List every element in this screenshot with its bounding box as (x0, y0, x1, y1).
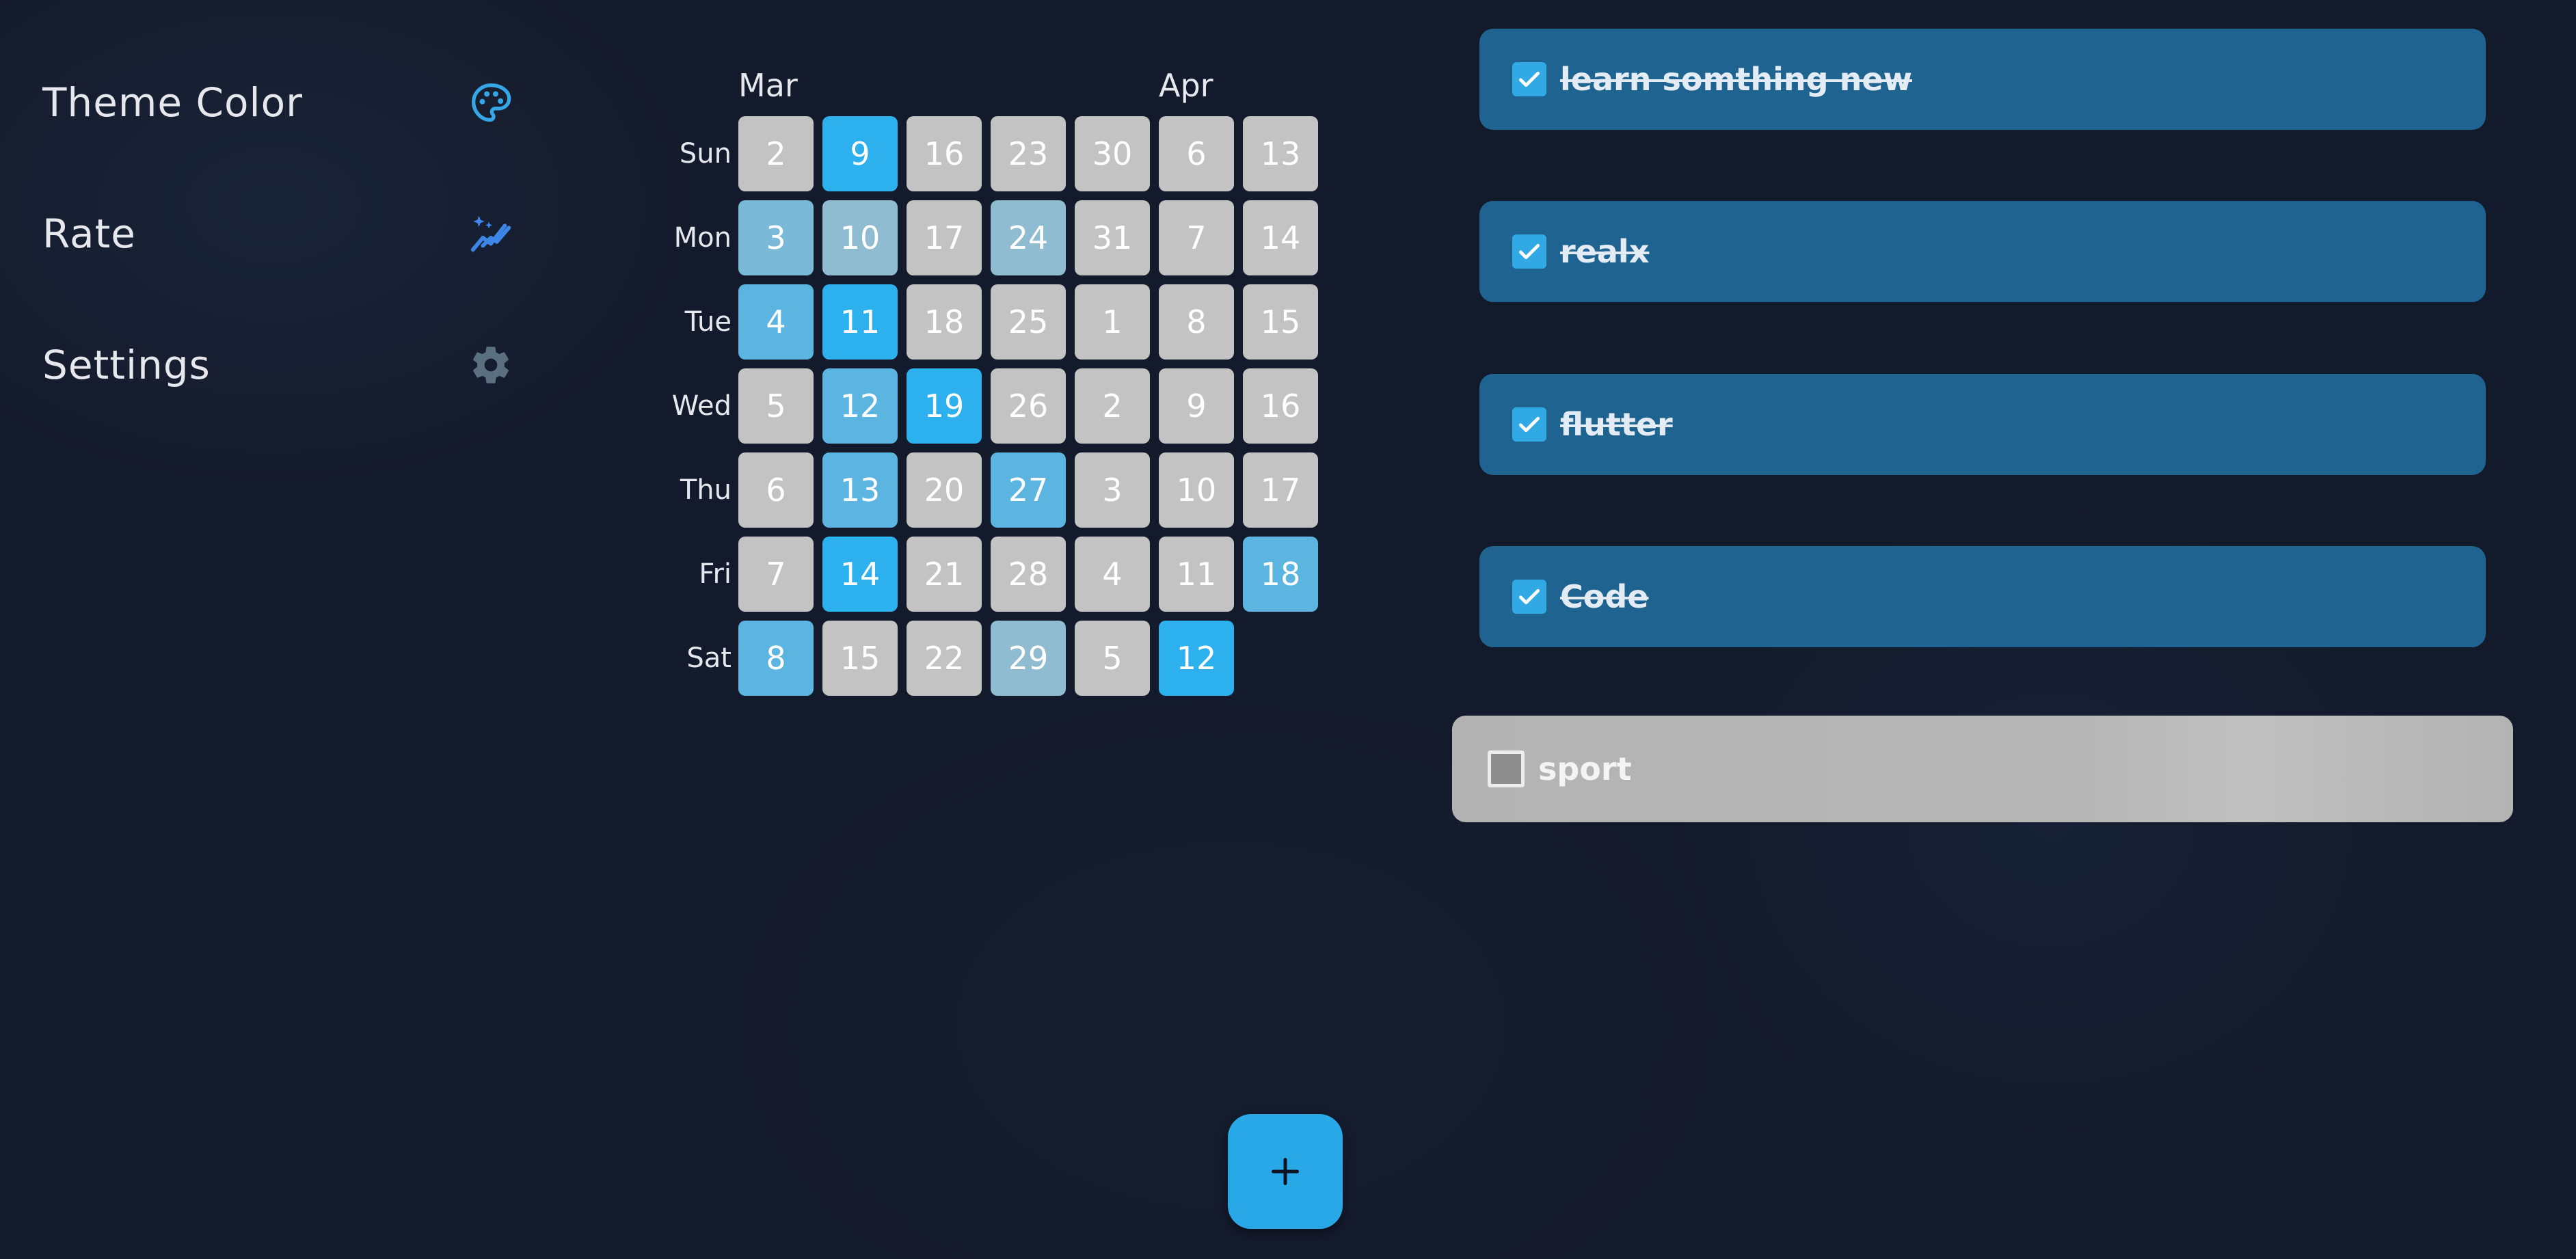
heatmap-day-cell[interactable]: 7 (1159, 200, 1234, 275)
menu-item-settings[interactable]: Settings (42, 331, 521, 399)
heatmap-day-cell[interactable]: 13 (1243, 116, 1318, 191)
weekday-label-wed: Wed (671, 390, 732, 422)
task-item[interactable]: flutter (1479, 374, 2486, 475)
menu-item-label: Settings (42, 342, 211, 388)
heatmap-day-cell[interactable]: 9 (822, 116, 898, 191)
heatmap-day-cell[interactable]: 10 (822, 200, 898, 275)
heatmap-day-cell[interactable]: 28 (991, 537, 1066, 612)
weekday-label-thu: Thu (680, 474, 732, 506)
heatmap-day-cell[interactable]: 29 (991, 621, 1066, 696)
heatmap-day-cell[interactable]: 26 (991, 368, 1066, 444)
task-item[interactable]: Code (1479, 546, 2486, 647)
heatmap-day-cell[interactable]: 5 (738, 368, 814, 444)
heatmap-day-cell[interactable]: 15 (822, 621, 898, 696)
task-item[interactable]: sport (1452, 716, 2513, 822)
heatmap-day-cell[interactable]: 17 (1243, 452, 1318, 528)
app-root: Theme Color Rate Settings Mar Apr Sun Mo… (0, 0, 2576, 1259)
heatmap-day-cell[interactable]: 18 (907, 284, 982, 360)
heatmap-day-cell[interactable]: 2 (738, 116, 814, 191)
task-label: learn somthing new (1560, 61, 1913, 98)
task-label: realx (1560, 233, 1650, 270)
add-task-button[interactable] (1228, 1114, 1343, 1229)
heatmap-day-cell[interactable]: 16 (907, 116, 982, 191)
check-icon (1518, 243, 1540, 260)
heatmap-day-cell[interactable]: 23 (991, 116, 1066, 191)
heatmap-day-cell[interactable]: 4 (738, 284, 814, 360)
heatmap-day-cell[interactable]: 22 (907, 621, 982, 696)
heatmap-day-cell[interactable]: 4 (1075, 537, 1150, 612)
heatmap-day-cell[interactable]: 10 (1159, 452, 1234, 528)
task-item[interactable]: realx (1479, 201, 2486, 302)
task-checkbox-checked[interactable] (1512, 62, 1546, 96)
heatmap-day-cell[interactable]: 6 (738, 452, 814, 528)
heatmap-day-cell[interactable]: 16 (1243, 368, 1318, 444)
menu-item-label: Rate (42, 211, 136, 257)
heatmap-day-cell[interactable]: 11 (822, 284, 898, 360)
heatmap-day-cell[interactable]: 7 (738, 537, 814, 612)
check-icon (1518, 71, 1540, 87)
heatmap-day-cell[interactable]: 14 (822, 537, 898, 612)
heatmap-day-cell[interactable]: 6 (1159, 116, 1234, 191)
task-item[interactable]: learn somthing new (1479, 29, 2486, 130)
heatmap-day-cell[interactable]: 18 (1243, 537, 1318, 612)
menu-item-rate[interactable]: Rate (42, 200, 521, 268)
heatmap-day-cell[interactable]: 15 (1243, 284, 1318, 360)
heatmap-day-cell[interactable]: 11 (1159, 537, 1234, 612)
palette-icon (466, 78, 515, 127)
heatmap-day-cell[interactable]: 27 (991, 452, 1066, 528)
gear-icon (466, 340, 515, 390)
weekday-label-mon: Mon (673, 222, 732, 254)
heatmap-day-cell[interactable]: 14 (1243, 200, 1318, 275)
weekday-label-sun: Sun (679, 138, 732, 170)
heatmap-day-cell[interactable]: 8 (738, 621, 814, 696)
heatmap-day-cell[interactable]: 19 (907, 368, 982, 444)
heatmap-day-cell[interactable]: 5 (1075, 621, 1150, 696)
task-checkbox-checked[interactable] (1512, 234, 1546, 269)
heatmap-day-cell[interactable]: 2 (1075, 368, 1150, 444)
activity-heatmap: Mar Apr Sun Mon Tue Wed Thu Fri Sat 2345… (656, 62, 1340, 704)
weekday-label-sat: Sat (686, 642, 732, 674)
heatmap-day-cell[interactable]: 3 (738, 200, 814, 275)
check-icon (1518, 416, 1540, 433)
task-label: sport (1538, 750, 1632, 787)
heatmap-day-cell[interactable]: 13 (822, 452, 898, 528)
check-icon (1518, 588, 1540, 605)
heatmap-day-cell[interactable]: 1 (1075, 284, 1150, 360)
heatmap-day-cell[interactable]: 24 (991, 200, 1066, 275)
menu-item-theme-color[interactable]: Theme Color (42, 68, 521, 137)
heatmap-day-cell[interactable]: 31 (1075, 200, 1150, 275)
heatmap-day-cell[interactable]: 21 (907, 537, 982, 612)
heatmap-day-cell[interactable]: 20 (907, 452, 982, 528)
menu-item-label: Theme Color (42, 79, 303, 126)
heatmap-day-cell[interactable]: 25 (991, 284, 1066, 360)
heatmap-day-cell[interactable]: 30 (1075, 116, 1150, 191)
weekday-label-tue: Tue (684, 306, 732, 338)
month-label-mar: Mar (738, 67, 798, 104)
heatmap-day-cell[interactable]: 17 (907, 200, 982, 275)
heatmap-day-cell[interactable]: 9 (1159, 368, 1234, 444)
sparkle-chart-icon (466, 209, 515, 258)
task-label: flutter (1560, 406, 1673, 443)
heatmap-day-cell[interactable]: 3 (1075, 452, 1150, 528)
plus-icon (1272, 1158, 1299, 1185)
weekday-label-fri: Fri (699, 558, 732, 590)
heatmap-day-cell[interactable]: 12 (822, 368, 898, 444)
month-label-apr: Apr (1159, 67, 1213, 104)
heatmap-day-cell[interactable]: 12 (1159, 621, 1234, 696)
heatmap-day-cell[interactable]: 8 (1159, 284, 1234, 360)
task-checkbox-checked[interactable] (1512, 407, 1546, 442)
task-checkbox-unchecked[interactable] (1488, 750, 1525, 787)
task-label: Code (1560, 578, 1649, 615)
task-checkbox-checked[interactable] (1512, 580, 1546, 614)
